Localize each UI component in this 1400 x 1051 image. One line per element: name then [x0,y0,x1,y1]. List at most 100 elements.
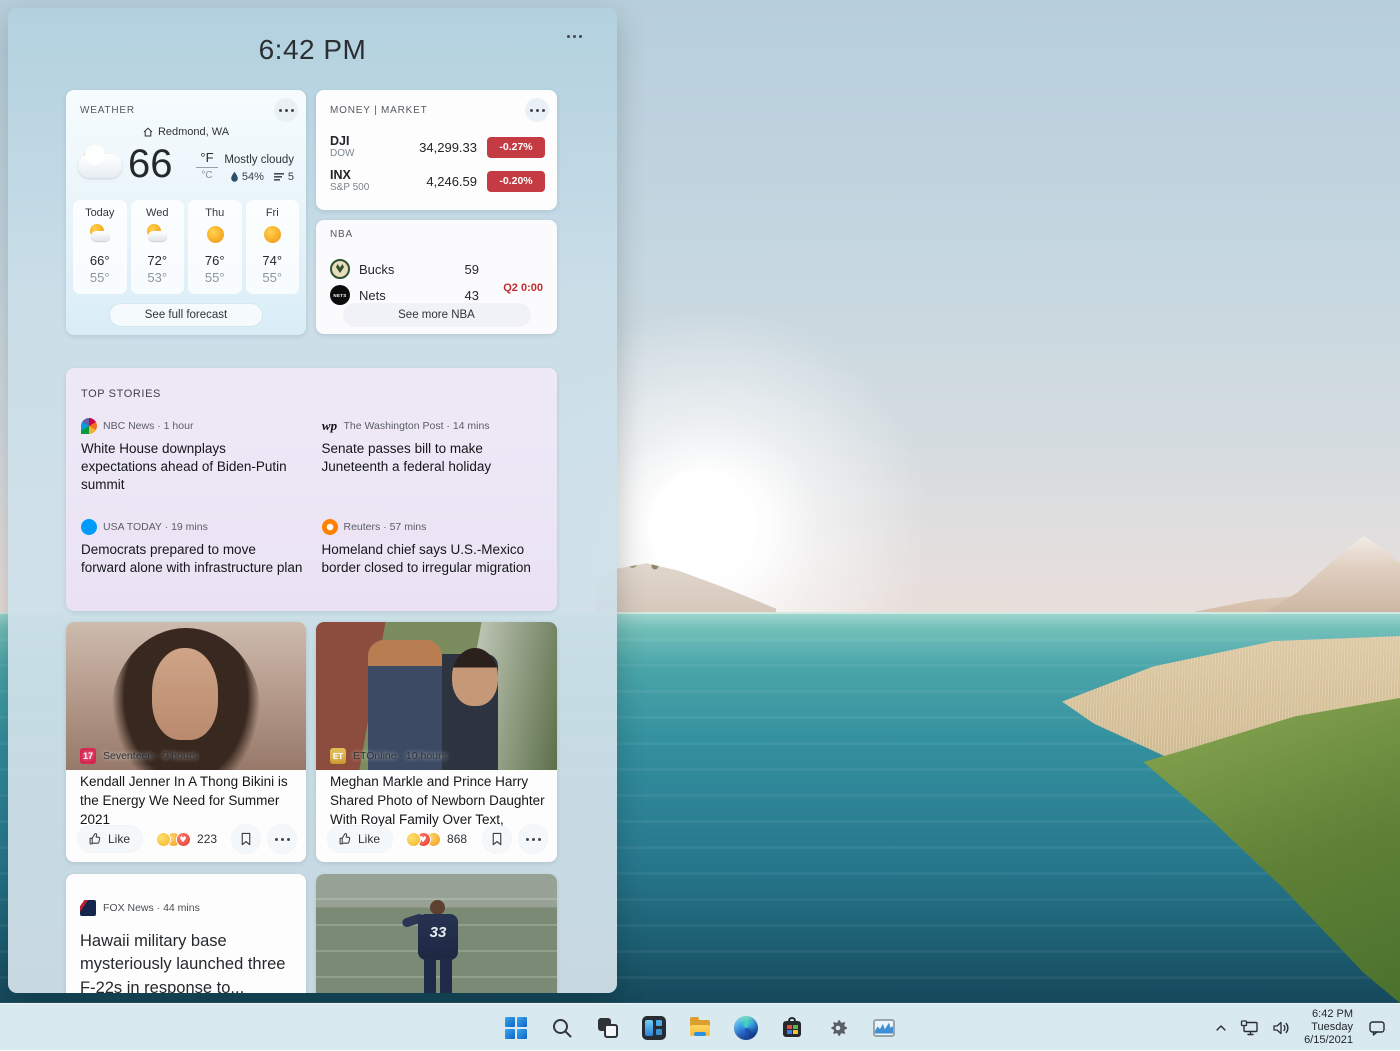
article-meta: ETOnline · 10 hours [353,750,447,762]
news-card-etonline[interactable]: ET ETOnline · 10 hours Meghan Markle and… [316,622,557,862]
story-item[interactable]: wp The Washington Post · 14 mins Senate … [322,418,545,493]
ellipsis-icon [281,838,284,841]
weather-location: Redmond, WA [158,126,229,138]
see-more-nba-button[interactable]: See more NBA [344,304,530,326]
task-manager-button[interactable] [864,1008,904,1048]
forecast-day-wed[interactable]: Wed 72° 53° [131,200,185,294]
forecast-day-fri[interactable]: Fri 74° 55° [246,200,300,294]
thumb-reaction-icon [156,832,171,847]
see-full-forecast-button[interactable]: See full forecast [110,304,262,326]
tray-chevron-button[interactable] [1209,1010,1233,1046]
start-button[interactable] [496,1008,536,1048]
football-player-figure: 33 [412,900,464,993]
article-meta: FOX News · 44 mins [103,902,200,914]
nba-row-bucks[interactable]: Bucks 59 [330,256,479,282]
microsoft-store-button[interactable] [772,1008,812,1048]
weather-title: WEATHER [80,105,135,116]
washington-post-logo-icon: wp [322,418,338,434]
aqi-value: 5 [288,171,294,183]
gear-icon [826,1016,850,1040]
thumbs-up-icon [88,832,102,846]
like-button[interactable]: Like [78,826,142,852]
market-row-dji[interactable]: DJI DOW 34,299.33 -0.27% [330,130,545,164]
story-item[interactable]: Reuters · 57 mins Homeland chief says U.… [322,519,545,577]
seventeen-logo-icon: 17 [80,748,96,764]
news-card-seventeen[interactable]: 17 Seventeen · 9 hours Kendall Jenner In… [66,622,306,862]
story-headline: Senate passes bill to make Juneteenth a … [322,440,545,476]
article-meta: Seventeen · 9 hours [103,750,198,762]
windows-logo-icon [504,1016,528,1040]
volume-button[interactable] [1267,1010,1295,1046]
ethernet-icon [1240,1019,1260,1037]
search-icon [550,1016,574,1040]
weather-widget[interactable]: WEATHER Redmond, WA 66 °F °C Mostly clou… [66,90,306,335]
story-item[interactable]: NBC News · 1 hour White House downplays … [81,418,304,493]
folder-icon [688,1016,712,1040]
usa-today-logo-icon [81,519,97,535]
notification-center-button[interactable] [1362,1010,1392,1046]
card-more-button[interactable] [268,825,296,853]
team-score: 59 [465,262,479,277]
tray-clock[interactable]: 6:42 PM Tuesday 6/15/2021 [1297,1010,1360,1046]
notification-bubble-icon [1367,1019,1387,1037]
sun [648,468,758,584]
tray-day: Tuesday [1304,1021,1353,1034]
widgets-button[interactable] [634,1008,674,1048]
weather-condition: Mostly cloudy [224,154,294,166]
task-view-button[interactable] [588,1008,628,1048]
article-headline: Kendall Jenner In A Thong Bikini is the … [80,772,294,829]
precip-value: 54% [242,171,264,183]
search-button[interactable] [542,1008,582,1048]
market-row-inx[interactable]: INX S&P 500 4,246.59 -0.20% [330,164,545,198]
taskbar: 6:42 PM Tuesday 6/15/2021 [0,1003,1400,1050]
market-value: 34,299.33 [419,140,477,155]
task-view-icon [596,1016,620,1040]
nba-title: NBA [330,229,353,240]
story-headline: Homeland chief says U.S.-Mexico border c… [322,541,545,577]
network-button[interactable] [1235,1010,1265,1046]
story-headline: White House downplays expectations ahead… [81,440,304,493]
partly-cloudy-icon [78,152,124,182]
ellipsis-icon [532,838,535,841]
forecast-day-thu[interactable]: Thu 76° 55° [188,200,242,294]
home-icon [143,127,153,137]
bookmark-button[interactable] [232,825,260,853]
unit-fahrenheit[interactable]: °F [196,150,218,168]
panel-more-button[interactable] [561,26,587,46]
file-explorer-button[interactable] [680,1008,720,1048]
like-button[interactable]: Like [328,826,392,852]
forecast-day-today[interactable]: Today 66° 55° [73,200,127,294]
bookmark-icon [491,832,503,846]
sunny-icon [204,227,226,243]
story-item[interactable]: USA TODAY · 19 mins Democrats prepared t… [81,519,304,577]
news-card-foxnews[interactable]: FOX News · 44 mins Hawaii military base … [66,874,306,993]
ellipsis-icon [536,109,539,112]
weather-more-button[interactable] [274,98,298,122]
card-more-button[interactable] [519,825,547,853]
market-more-button[interactable] [525,98,549,122]
market-change-badge: -0.27% [487,137,545,158]
store-bag-icon [780,1016,804,1040]
unit-celsius[interactable]: °C [196,170,218,181]
widgets-icon [642,1016,666,1040]
forecast-grid: Today 66° 55° Wed 72° 53° Thu 76° 55° [73,200,299,294]
unit-toggle[interactable]: °F °C [196,150,218,181]
news-card-football[interactable]: 33 [316,874,557,993]
market-widget[interactable]: MONEY | MARKET DJI DOW 34,299.33 -0.27% … [316,90,557,210]
market-change-badge: -0.20% [487,171,545,192]
bookmark-button[interactable] [483,825,511,853]
etonline-logo-icon: ET [330,748,346,764]
settings-button[interactable] [818,1008,858,1048]
nba-widget[interactable]: NBA Bucks 59 NETS Nets 43 Q2 0:00 See mo… [316,220,557,334]
story-meta: The Washington Post · 14 mins [344,420,490,432]
market-value: 4,246.59 [426,174,477,189]
top-stories-widget: TOP STORIES NBC News · 1 hour White Hous… [66,368,557,611]
reaction-cluster[interactable]: 223 [156,832,217,847]
sunny-icon [261,227,283,243]
fox-news-logo-icon [80,900,96,916]
reaction-cluster[interactable]: 868 [406,832,467,847]
edge-browser-button[interactable] [726,1008,766,1048]
current-temperature: 66 [128,142,173,187]
edge-icon [734,1016,758,1040]
game-clock: Q2 0:00 [503,282,543,294]
